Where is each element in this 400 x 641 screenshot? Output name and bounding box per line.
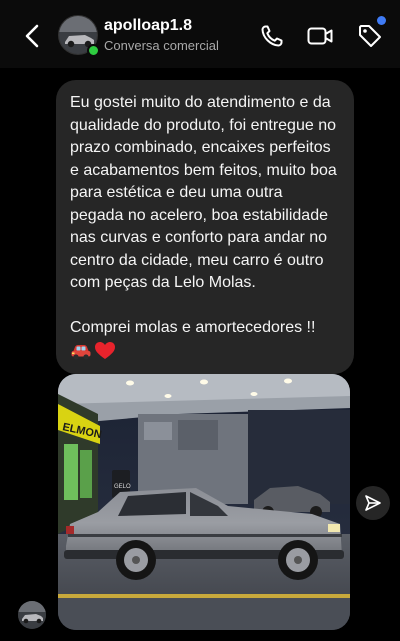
message-bubble[interactable]: Eu gostei muito do atendimento e da qual…	[56, 80, 354, 374]
photo-image: ELMON GELO	[58, 374, 350, 630]
back-arrow-icon[interactable]	[20, 22, 46, 50]
emoji-row	[70, 340, 340, 362]
contact-title-block[interactable]: apolloap1.8 Conversa comercial	[104, 16, 219, 55]
message-text: Eu gostei muito do atendimento e da qual…	[70, 94, 337, 336]
chat-header: apolloap1.8 Conversa comercial	[0, 0, 400, 68]
paper-plane-icon	[365, 495, 381, 511]
red-heart-emoji	[95, 341, 115, 359]
sign-text: GELO	[114, 484, 131, 490]
tag-icon[interactable]	[356, 22, 384, 50]
contact-avatar[interactable]	[58, 15, 100, 57]
conversation-type: Conversa comercial	[104, 38, 219, 53]
sender-avatar[interactable]	[18, 601, 46, 629]
online-status-dot	[87, 44, 100, 57]
chat-area[interactable]: Eu gostei muito do atendimento e da qual…	[0, 68, 400, 641]
video-call-icon[interactable]	[306, 22, 334, 50]
message-photo[interactable]: ELMON GELO	[58, 374, 350, 630]
share-button[interactable]	[356, 486, 390, 520]
notification-dot	[377, 16, 386, 25]
phone-icon[interactable]	[258, 22, 286, 50]
contact-username: apolloap1.8	[104, 17, 193, 34]
car-emoji	[71, 344, 91, 360]
